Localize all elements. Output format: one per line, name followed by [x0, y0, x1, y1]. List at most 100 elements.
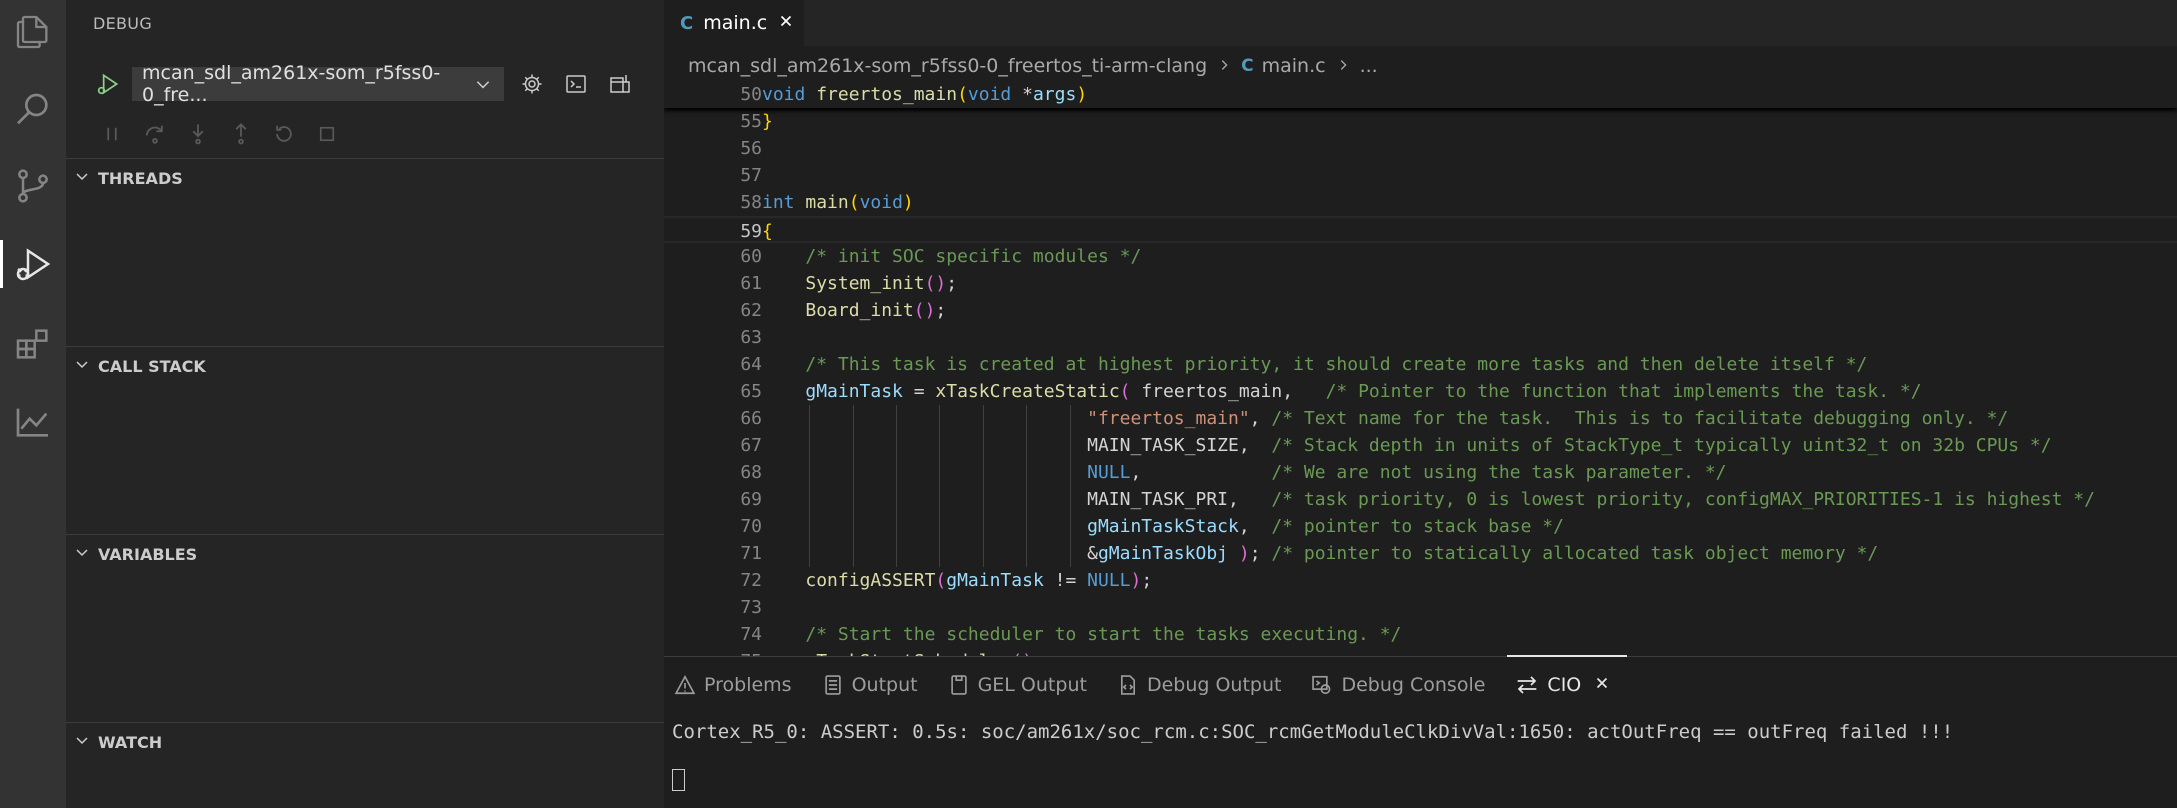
- code-line[interactable]: 59{: [664, 216, 2177, 243]
- search-icon[interactable]: [0, 82, 66, 138]
- more-actions-button[interactable]: [598, 66, 642, 102]
- threads-header[interactable]: THREADS: [66, 159, 664, 197]
- console-cursor[interactable]: [672, 769, 685, 791]
- code-text[interactable]: System_init();: [762, 270, 957, 297]
- tab-gel-output[interactable]: GEL Output: [948, 657, 1087, 713]
- line-number[interactable]: 50: [664, 81, 762, 108]
- line-number[interactable]: 71: [664, 540, 762, 567]
- tab-output[interactable]: Output: [822, 657, 918, 713]
- line-number[interactable]: 66: [664, 405, 762, 432]
- line-number[interactable]: 70: [664, 513, 762, 540]
- call-stack-header[interactable]: CALL STACK: [66, 347, 664, 385]
- line-number[interactable]: 68: [664, 459, 762, 486]
- code-line[interactable]: 74 /* Start the scheduler to start the t…: [664, 621, 2177, 648]
- tab-problems[interactable]: Problems: [674, 657, 792, 713]
- line-number[interactable]: 67: [664, 432, 762, 459]
- line-number[interactable]: 64: [664, 351, 762, 378]
- cio-console-output[interactable]: Cortex_R5_0: ASSERT: 0.5s: soc/am261x/so…: [672, 721, 1953, 743]
- breadcrumb-symbol[interactable]: ...: [1360, 55, 1378, 77]
- step-out-button[interactable]: [219, 116, 262, 152]
- breadcrumb-folder[interactable]: mcan_sdl_am261x-som_r5fss0-0_freertos_ti…: [688, 55, 1207, 77]
- code-line[interactable]: 62 Board_init();: [664, 297, 2177, 324]
- code-line[interactable]: 55}: [664, 108, 2177, 135]
- code-line[interactable]: 50 void freertos_main(void *args): [664, 81, 2177, 108]
- code-line[interactable]: 64 /* This task is created at highest pr…: [664, 351, 2177, 378]
- code-line[interactable]: 73: [664, 594, 2177, 621]
- code-line[interactable]: 71 &gMainTaskObj ); /* pointer to static…: [664, 540, 2177, 567]
- code-text[interactable]: {: [762, 218, 773, 245]
- source-control-icon[interactable]: [0, 158, 66, 214]
- pause-button[interactable]: [90, 116, 133, 152]
- line-number[interactable]: 55: [664, 108, 762, 135]
- stop-button[interactable]: [305, 116, 348, 152]
- line-number[interactable]: 74: [664, 621, 762, 648]
- code-text[interactable]: Board_init();: [762, 297, 946, 324]
- code-text[interactable]: /* Start the scheduler to start the task…: [762, 621, 1401, 648]
- line-number[interactable]: 69: [664, 486, 762, 513]
- code-text[interactable]: /* This task is created at highest prior…: [762, 351, 1867, 378]
- code-line[interactable]: 68 NULL, /* We are not using the task pa…: [664, 459, 2177, 486]
- line-number[interactable]: 63: [664, 324, 762, 351]
- code-line[interactable]: 75 vTaskStartScheduler();: [664, 648, 2177, 656]
- start-debugging-button[interactable]: [90, 66, 126, 102]
- code-text[interactable]: void freertos_main(void *args): [762, 81, 1087, 108]
- explorer-icon[interactable]: [0, 4, 66, 60]
- line-number[interactable]: 56: [664, 135, 762, 162]
- line-number[interactable]: 75: [664, 648, 762, 656]
- tab-debug-console[interactable]: Debug Console: [1311, 657, 1485, 713]
- variables-header[interactable]: VARIABLES: [66, 535, 664, 573]
- code-line[interactable]: 65 gMainTask = xTaskCreateStatic( freert…: [664, 378, 2177, 405]
- line-number[interactable]: 61: [664, 270, 762, 297]
- code-text[interactable]: vTaskStartScheduler();: [762, 648, 1043, 656]
- tab-main-c[interactable]: C main.c: [664, 0, 804, 46]
- line-number[interactable]: 73: [664, 594, 762, 621]
- code-editor[interactable]: 50 void freertos_main(void *args) 55} 56 57 5…: [664, 81, 2177, 656]
- code-line[interactable]: 72 configASSERT(gMainTask != NULL);: [664, 567, 2177, 594]
- close-icon[interactable]: [1593, 674, 1619, 697]
- code-token: System_init: [805, 273, 925, 294]
- code-line[interactable]: 63: [664, 324, 2177, 351]
- code-text[interactable]: NULL, /* We are not using the task param…: [762, 459, 1726, 486]
- step-into-button[interactable]: [176, 116, 219, 152]
- restart-button[interactable]: [262, 116, 305, 152]
- code-text[interactable]: gMainTaskStack, /* pointer to stack base…: [762, 513, 1564, 540]
- line-number[interactable]: 62: [664, 297, 762, 324]
- code-text[interactable]: configASSERT(gMainTask != NULL);: [762, 567, 1152, 594]
- code-text[interactable]: /* init SOC specific modules */: [762, 243, 1141, 270]
- line-number[interactable]: 57: [664, 162, 762, 189]
- line-number[interactable]: 65: [664, 378, 762, 405]
- launch-config-select[interactable]: mcan_sdl_am261x-som_r5fss0-0_fre...: [132, 62, 504, 106]
- line-number[interactable]: 59: [664, 218, 762, 245]
- code-text[interactable]: "freertos_main", /* Text name for the ta…: [762, 405, 2008, 432]
- code-token: void: [762, 84, 817, 105]
- code-text[interactable]: int main(void): [762, 189, 914, 216]
- close-icon[interactable]: [777, 12, 795, 35]
- code-line[interactable]: 66 "freertos_main", /* Text name for the…: [664, 405, 2177, 432]
- graph-icon[interactable]: [0, 394, 66, 450]
- step-over-button[interactable]: [133, 116, 176, 152]
- line-number[interactable]: 60: [664, 243, 762, 270]
- code-line[interactable]: 57: [664, 162, 2177, 189]
- code-text[interactable]: MAIN_TASK_PRI, /* task priority, 0 is lo…: [762, 486, 2095, 513]
- debug-console-button[interactable]: [554, 66, 598, 102]
- code-line[interactable]: 61 System_init();: [664, 270, 2177, 297]
- code-line[interactable]: 70 gMainTaskStack, /* pointer to stack b…: [664, 513, 2177, 540]
- code-line[interactable]: 67 MAIN_TASK_SIZE, /* Stack depth in uni…: [664, 432, 2177, 459]
- code-text[interactable]: MAIN_TASK_SIZE, /* Stack depth in units …: [762, 432, 2052, 459]
- code-line[interactable]: 69 MAIN_TASK_PRI, /* task priority, 0 is…: [664, 486, 2177, 513]
- code-line[interactable]: 58 int main(void): [664, 189, 2177, 216]
- code-text[interactable]: gMainTask = xTaskCreateStatic( freertos_…: [762, 378, 1921, 405]
- code-text[interactable]: }: [762, 108, 773, 135]
- open-launch-json-button[interactable]: [510, 66, 554, 102]
- code-line[interactable]: 60 /* init SOC specific modules */: [664, 243, 2177, 270]
- code-line[interactable]: 56: [664, 135, 2177, 162]
- watch-header[interactable]: WATCH: [66, 723, 664, 761]
- code-text[interactable]: &gMainTaskObj ); /* pointer to staticall…: [762, 540, 1878, 567]
- tab-cio[interactable]: CIO: [1507, 655, 1628, 713]
- tab-debug-output[interactable]: Debug Output: [1117, 657, 1281, 713]
- breadcrumb-file[interactable]: main.c: [1262, 55, 1326, 77]
- line-number[interactable]: 58: [664, 189, 762, 216]
- run-debug-icon[interactable]: [0, 236, 66, 292]
- extensions-icon[interactable]: [0, 316, 66, 372]
- line-number[interactable]: 72: [664, 567, 762, 594]
